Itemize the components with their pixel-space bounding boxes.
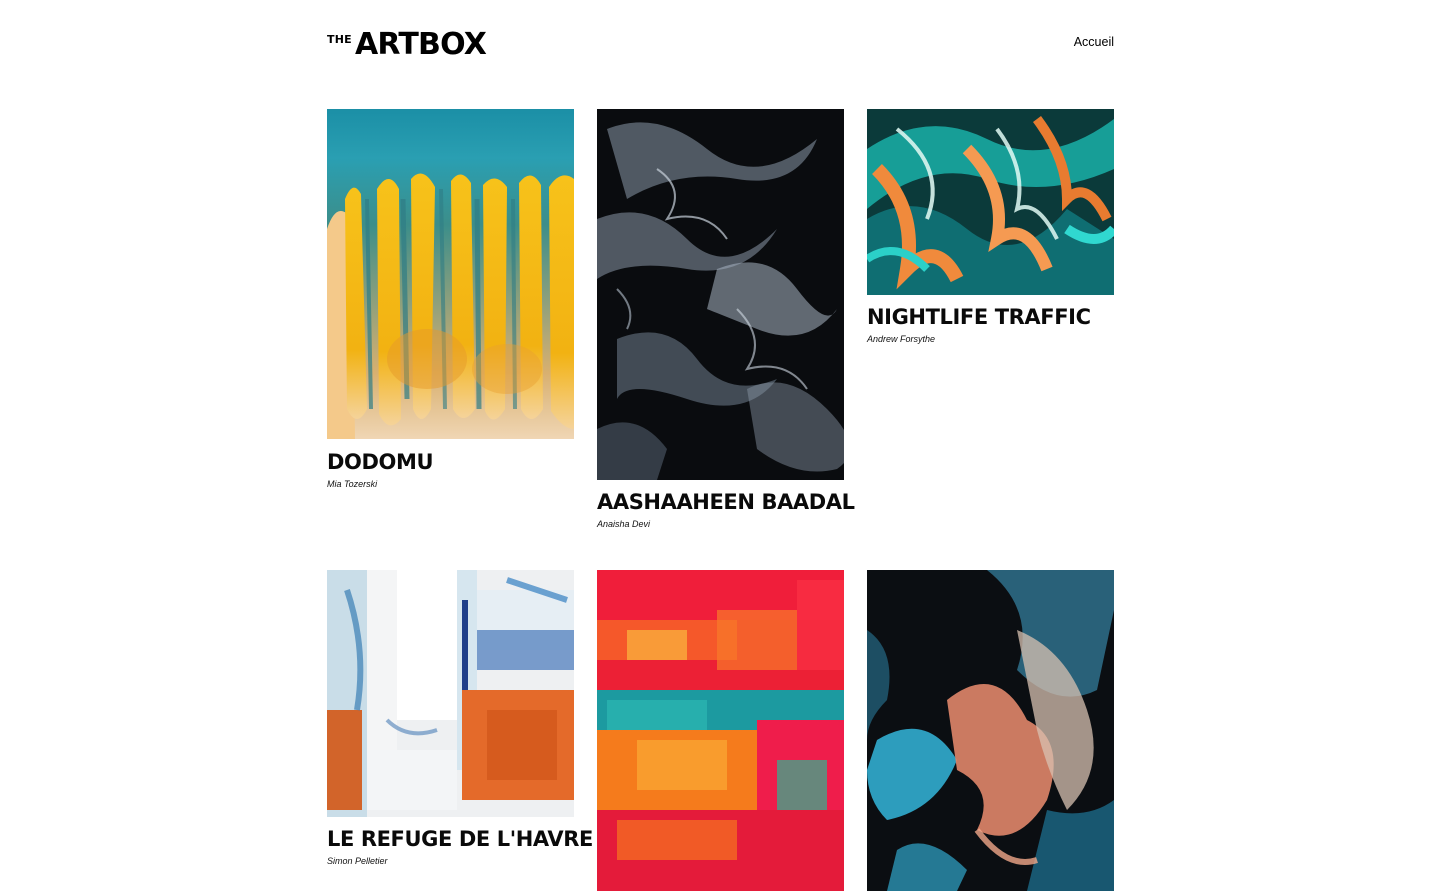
artwork-image[interactable]: [327, 109, 574, 439]
artwork-artist: Andrew Forsythe: [867, 334, 936, 344]
site-header: THE ARTBOX Accueil: [327, 27, 1114, 62]
artwork-card[interactable]: AASHAAHEEN BAADAL Anaisha Devi: [597, 109, 855, 530]
artwork-card[interactable]: NIGHTLIFE TRAFFIC Andrew Forsythe: [867, 109, 1114, 345]
artwork-title: NIGHTLIFE TRAFFIC: [867, 305, 1091, 329]
artwork-artist: Anaisha Devi: [597, 519, 651, 529]
artwork-image[interactable]: [867, 570, 1114, 891]
artwork-image[interactable]: [597, 570, 844, 891]
artwork-artist: Mia Tozerski: [327, 479, 378, 489]
artwork-title: LE REFUGE DE L'HAVRE: [327, 827, 593, 851]
artwork-card[interactable]: [597, 570, 844, 891]
page: THE ARTBOX Accueil DODOMU Mia Tozerski A…: [0, 0, 1440, 891]
artwork-card[interactable]: [867, 570, 1114, 891]
artwork-card[interactable]: LE REFUGE DE L'HAVRE Simon Pelletier: [327, 570, 593, 867]
artwork-card[interactable]: DODOMU Mia Tozerski: [327, 109, 574, 490]
artwork-title: DODOMU: [327, 450, 434, 474]
artwork-image[interactable]: [867, 109, 1114, 295]
artwork-image[interactable]: [327, 570, 574, 817]
artwork-artist: Simon Pelletier: [327, 856, 388, 866]
nav-home-link[interactable]: Accueil: [1074, 35, 1114, 49]
artwork-image[interactable]: [597, 109, 844, 480]
logo-artbox-text: ARTBOX: [355, 27, 487, 62]
artwork-title: AASHAAHEEN BAADAL: [597, 490, 855, 514]
logo-the-text: THE: [327, 33, 352, 46]
